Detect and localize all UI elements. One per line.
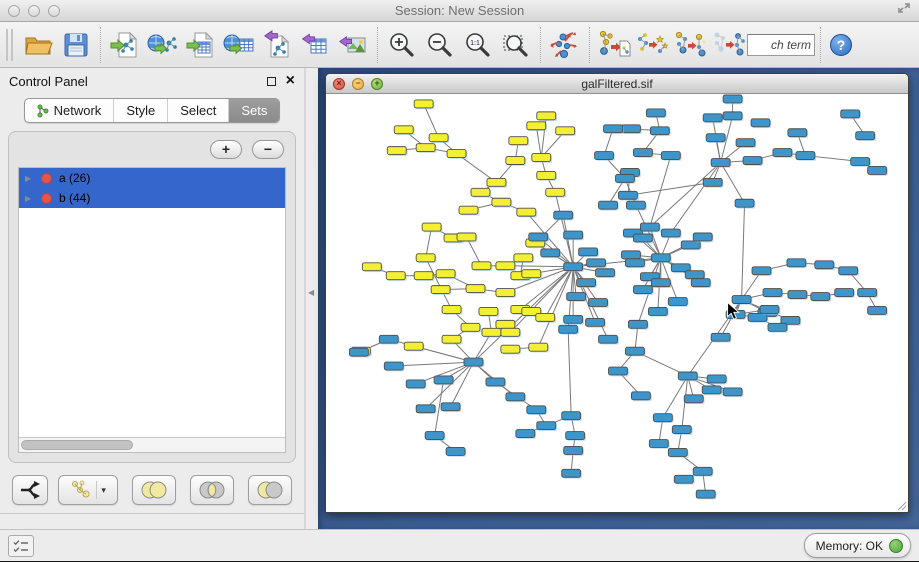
sets-panel: + − ▶ a (26) ▶ b (44) — [8, 131, 296, 463]
svg-text:1:1: 1:1 — [470, 40, 480, 47]
union-sets-button[interactable] — [132, 475, 176, 505]
memory-ok-icon — [889, 539, 903, 553]
task-history-button[interactable] — [8, 535, 34, 557]
network-canvas[interactable] — [326, 94, 908, 512]
remove-set-button[interactable]: − — [252, 140, 284, 159]
memory-status-button[interactable]: Memory: OK — [804, 533, 911, 558]
window-titlebar: Session: New Session — [0, 0, 919, 22]
control-panel: Control Panel × Network Style Select Set… — [0, 68, 305, 529]
new-network-from-selection-icon[interactable] — [595, 26, 633, 64]
fullscreen-icon[interactable] — [897, 1, 911, 20]
list-item-set-a[interactable]: ▶ a (26) — [19, 168, 285, 188]
main-area: Control Panel × Network Style Select Set… — [0, 68, 919, 529]
sets-list: ▶ a (26) ▶ b (44) — [18, 167, 286, 453]
canvas-overlay — [326, 94, 908, 512]
import-table-web-icon[interactable] — [220, 26, 258, 64]
sets-actions-toolbar: ▾ — [0, 467, 304, 513]
toolbar-separator — [540, 27, 541, 63]
toolbar-separator — [589, 27, 590, 63]
control-panel-header: Control Panel × — [0, 68, 304, 94]
mouse-cursor-icon — [728, 303, 739, 320]
scrollbar-thumb[interactable] — [21, 440, 133, 450]
network-frame-title: galFiltered.sif — [326, 77, 908, 91]
resize-grip-icon[interactable] — [898, 502, 906, 510]
zoom-out-icon[interactable] — [421, 26, 459, 64]
panel-bottom-divider — [0, 513, 304, 529]
difference-sets-button[interactable] — [248, 475, 292, 505]
tab-network[interactable]: Network — [25, 99, 115, 122]
set-color-icon — [41, 173, 52, 184]
open-folder-icon[interactable] — [19, 26, 57, 64]
close-panel-icon[interactable]: × — [286, 76, 295, 86]
panel-splitter[interactable]: ◀ — [305, 68, 318, 529]
export-network-icon[interactable] — [258, 26, 296, 64]
tab-sets[interactable]: Sets — [229, 99, 279, 122]
float-panel-icon[interactable] — [267, 77, 276, 86]
zoom-in-icon[interactable] — [383, 26, 421, 64]
new-network-selected-nodes-icon[interactable] — [671, 26, 709, 64]
list-item-set-b[interactable]: ▶ b (44) — [19, 188, 285, 208]
expand-arrow-icon[interactable]: ▶ — [25, 194, 34, 203]
tab-style[interactable]: Style — [114, 99, 168, 122]
network-desktop: × − + galFiltered.sif — [318, 68, 919, 529]
control-panel-tabs: Network Style Select Sets — [0, 94, 304, 129]
intersect-sets-button[interactable] — [190, 475, 234, 505]
import-network-file-icon[interactable] — [106, 26, 144, 64]
collapse-panel-icon[interactable]: ◀ — [308, 288, 314, 297]
import-network-web-icon[interactable] — [144, 26, 182, 64]
export-table-icon[interactable] — [296, 26, 334, 64]
toolbar-grip[interactable] — [6, 29, 13, 61]
split-set-button[interactable] — [12, 475, 48, 505]
expand-arrow-icon[interactable]: ▶ — [25, 174, 34, 183]
zoom-1-1-icon[interactable]: 1:1 — [459, 26, 497, 64]
apply-layout-icon[interactable] — [546, 26, 584, 64]
window-title: Session: New Session — [0, 3, 919, 18]
clone-network-icon[interactable] — [633, 26, 671, 64]
tab-select[interactable]: Select — [168, 99, 229, 122]
search-input[interactable] — [747, 34, 815, 56]
network-frame[interactable]: × − + galFiltered.sif — [325, 73, 909, 513]
toolbar-separator — [820, 27, 821, 63]
zoom-selected-icon[interactable] — [497, 26, 535, 64]
network-frame-titlebar[interactable]: × − + galFiltered.sif — [326, 74, 908, 94]
toolbar-separator — [377, 27, 378, 63]
create-set-from-network-button[interactable]: ▾ — [58, 475, 117, 505]
dropdown-caret-icon[interactable]: ▾ — [101, 485, 106, 496]
horizontal-scrollbar[interactable] — [19, 437, 285, 452]
main-toolbar: 1:1 ? — [0, 22, 919, 68]
save-session-icon[interactable] — [57, 26, 95, 64]
toolbar-separator — [100, 27, 101, 63]
set-color-icon — [41, 193, 52, 204]
network-tree-icon — [37, 104, 49, 118]
add-set-button[interactable]: + — [210, 140, 242, 159]
control-panel-title: Control Panel — [9, 74, 88, 89]
export-image-icon[interactable] — [334, 26, 372, 64]
memory-status-label: Memory: OK — [816, 539, 883, 553]
app-window: Session: New Session — [0, 0, 919, 562]
import-table-file-icon[interactable] — [182, 26, 220, 64]
status-bar: Memory: OK — [0, 529, 919, 561]
new-network-hide-unselected-icon[interactable] — [709, 26, 747, 64]
help-icon[interactable]: ? — [826, 26, 856, 64]
